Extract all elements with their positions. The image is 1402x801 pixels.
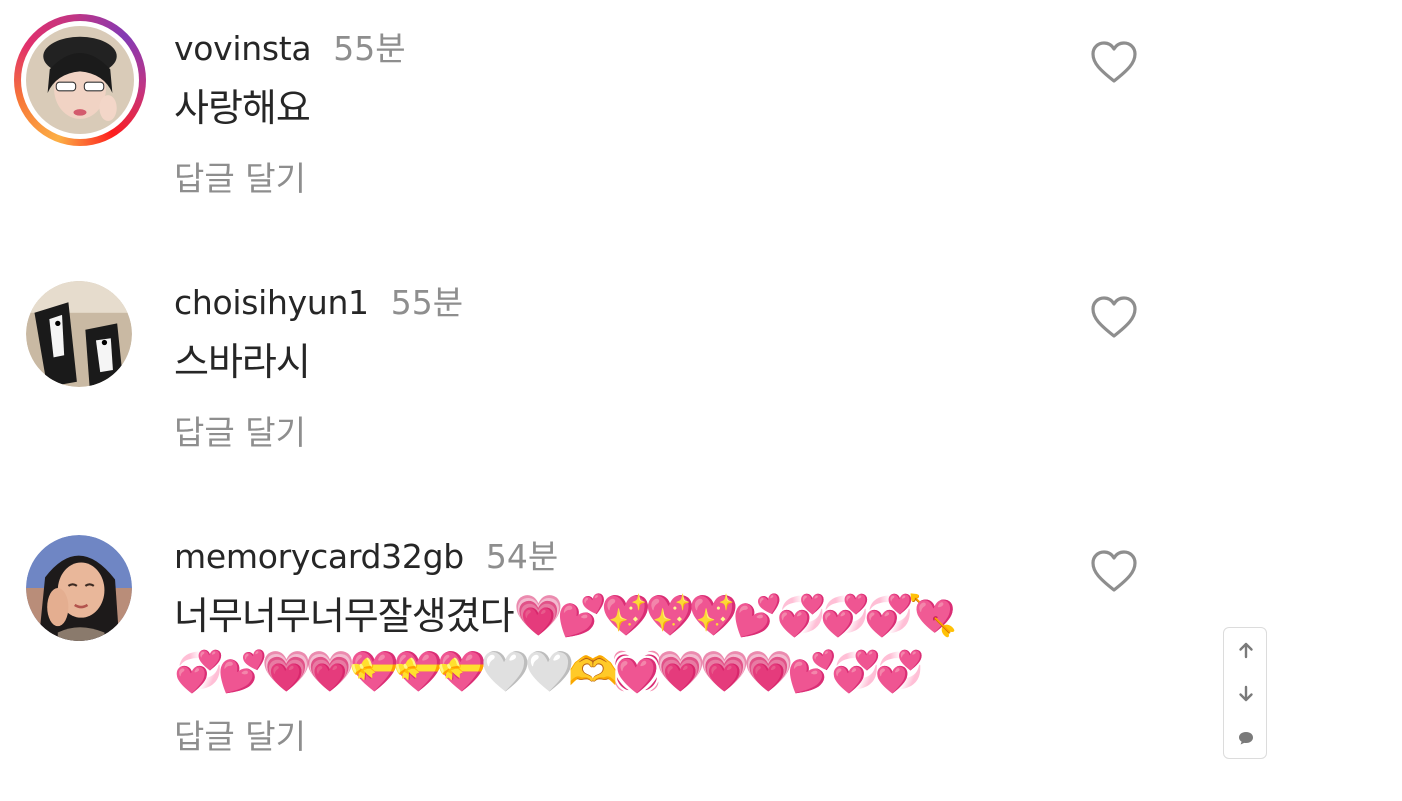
comment-text-body: 너무너무너무잘생겼다: [174, 594, 515, 638]
scroll-up-button[interactable]: [1224, 630, 1268, 670]
heart-emojis: 💞💕💗💗💝💝💝: [174, 649, 487, 695]
cartoon-woman-illustration: [26, 535, 132, 641]
arrow-down-icon: [1239, 685, 1253, 702]
heart-emojis: 🫶💓💗💗💗💕💞💞: [568, 649, 924, 695]
heart-outline-icon: [1091, 550, 1137, 592]
reply-button[interactable]: 답글 달기: [174, 710, 306, 758]
scroll-down-button[interactable]: [1224, 674, 1268, 714]
speech-bubble-icon: [1239, 732, 1253, 745]
comment-button[interactable]: [1224, 718, 1268, 758]
comment-username[interactable]: memorycard32gb: [174, 537, 464, 576]
white-heart-emojis: 🤍🤍: [480, 649, 575, 695]
scroll-controls: [1223, 627, 1267, 759]
heart-emojis: 💗💕💖💖💖💕💞💞💞💘: [513, 593, 958, 639]
comment-text: 너무너무너무잘생겼다💗💕💖💖💖💕💞💞💞💘 💞💕💗💗💝💝💝🤍🤍🫶💓💗💗💗💕💞💞: [174, 588, 1054, 700]
like-button[interactable]: [1090, 549, 1138, 593]
arrow-up-icon: [1239, 642, 1253, 659]
comment-item: memorycard32gb 54분 너무너무너무잘생겼다💗💕💖💖💖💕💞💞💞💘 💞…: [0, 0, 1180, 780]
comment-timestamp: 54분: [485, 537, 559, 576]
avatar[interactable]: [26, 535, 132, 641]
